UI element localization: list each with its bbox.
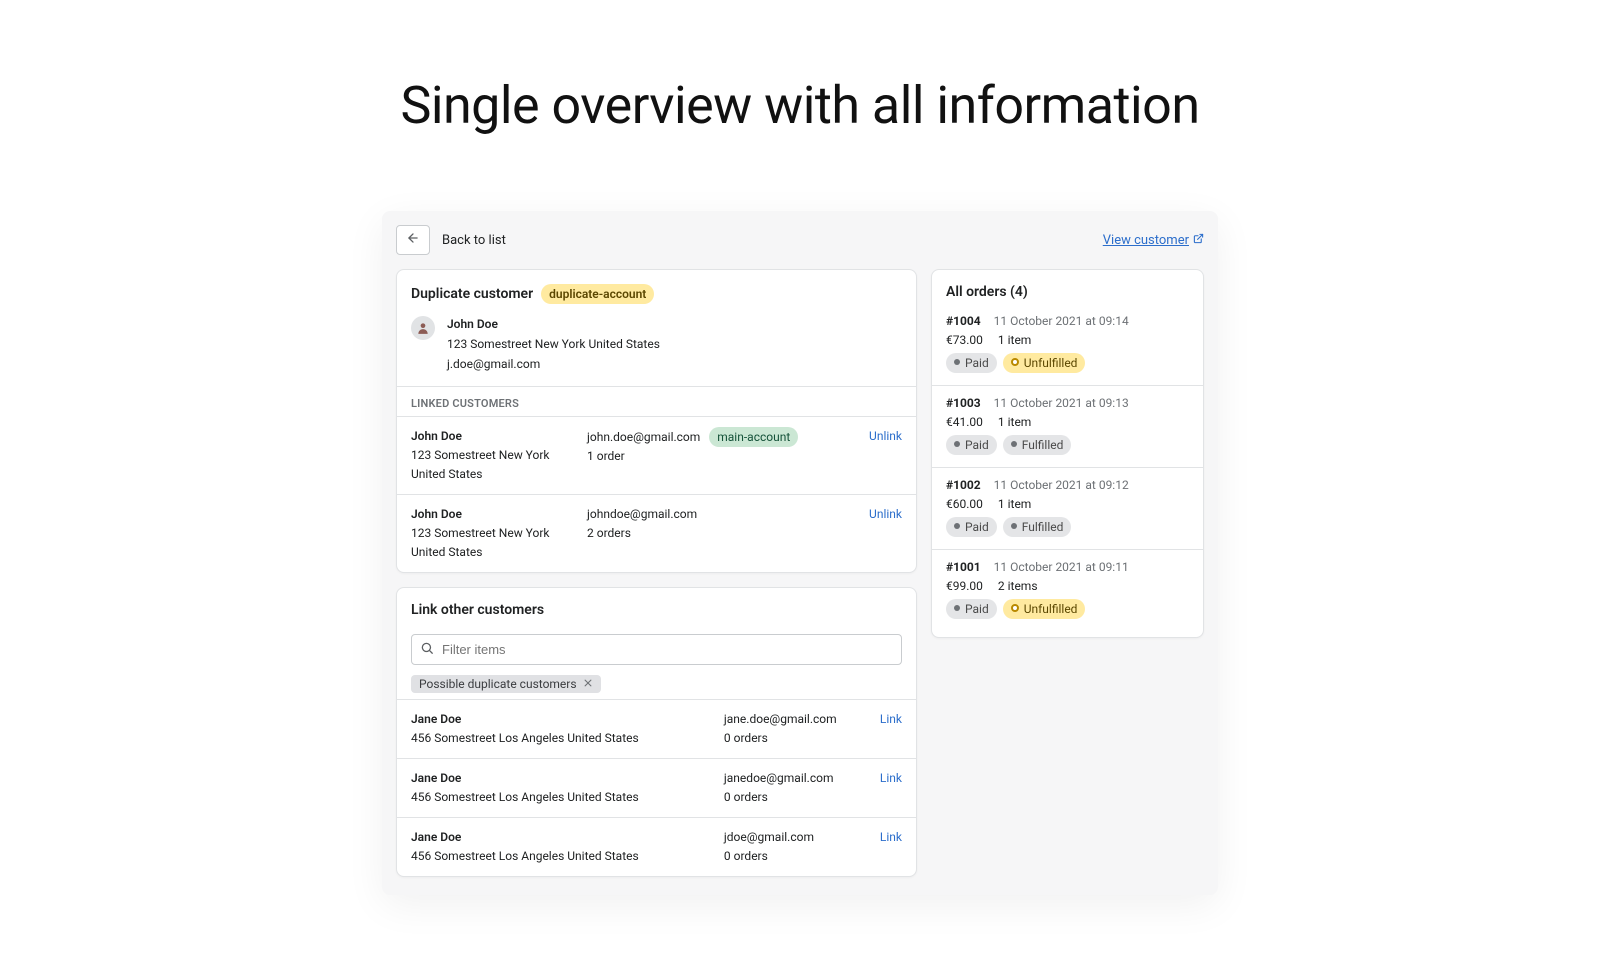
duplicate-account-badge: duplicate-account	[541, 284, 654, 304]
order-timestamp: 11 October 2021 at 09:12	[994, 478, 1129, 492]
fulfilled-badge: Fulfilled	[1003, 435, 1072, 455]
linked-address: 123 Somestreet New York United States	[411, 524, 571, 562]
candidate-email: jane.doe@gmail.com	[724, 710, 864, 729]
candidate-order-count: 0 orders	[724, 729, 864, 748]
order-timestamp: 11 October 2021 at 09:11	[994, 560, 1129, 574]
customer-email: j.doe@gmail.com	[447, 354, 660, 374]
fulfilled-badge: Fulfilled	[1003, 517, 1072, 537]
linked-email: john.doe@gmail.com	[587, 430, 700, 444]
link-button[interactable]: Link	[880, 769, 902, 788]
order-amount: €41.00	[946, 415, 983, 429]
order-amount: €60.00	[946, 497, 983, 511]
order-timestamp: 11 October 2021 at 09:14	[994, 314, 1129, 328]
search-input[interactable]	[442, 642, 893, 657]
candidate-email: jdoe@gmail.com	[724, 828, 864, 847]
paid-badge: Paid	[946, 599, 997, 619]
order-id: #1001	[946, 560, 981, 574]
linked-email: johndoe@gmail.com	[587, 507, 697, 521]
candidate-row: Jane Doe 456 Somestreet Los Angeles Unit…	[397, 758, 916, 817]
candidate-order-count: 0 orders	[724, 788, 864, 807]
duplicate-customer-title: Duplicate customer	[411, 286, 533, 302]
paid-badge: Paid	[946, 435, 997, 455]
linked-customers-header: LINKED CUSTOMERS	[397, 386, 916, 416]
candidate-address: 456 Somestreet Los Angeles United States	[411, 729, 708, 748]
unfulfilled-badge: Unfulfilled	[1003, 353, 1086, 373]
order-row[interactable]: #1001 11 October 2021 at 09:11 €99.00 2 …	[932, 549, 1203, 631]
orders-card: All orders (4) #1004 11 October 2021 at …	[931, 269, 1204, 638]
linked-customer-row: John Doe 123 Somestreet New York United …	[397, 416, 916, 494]
search-icon	[420, 640, 434, 659]
arrow-left-icon	[406, 231, 420, 249]
order-items: 1 item	[998, 415, 1031, 429]
back-button[interactable]	[396, 225, 430, 255]
order-row[interactable]: #1003 11 October 2021 at 09:13 €41.00 1 …	[932, 385, 1203, 467]
order-items: 1 item	[998, 333, 1031, 347]
filter-chip[interactable]: Possible duplicate customers	[411, 675, 601, 693]
order-row[interactable]: #1002 11 October 2021 at 09:12 €60.00 1 …	[932, 467, 1203, 549]
page-headline: Single overview with all information	[0, 75, 1600, 136]
link-others-title: Link other customers	[411, 602, 902, 618]
linked-name: John Doe	[411, 427, 571, 446]
app-frame: Back to list View customer Duplicate cus…	[382, 211, 1218, 895]
candidate-name: Jane Doe	[411, 710, 708, 729]
link-button[interactable]: Link	[880, 828, 902, 847]
paid-badge: Paid	[946, 517, 997, 537]
order-items: 2 items	[998, 579, 1038, 593]
order-id: #1002	[946, 478, 981, 492]
candidate-row: Jane Doe 456 Somestreet Los Angeles Unit…	[397, 699, 916, 758]
avatar	[411, 316, 435, 340]
candidate-email: janedoe@gmail.com	[724, 769, 864, 788]
order-id: #1004	[946, 314, 981, 328]
candidate-row: Jane Doe 456 Somestreet Los Angeles Unit…	[397, 817, 916, 876]
order-amount: €99.00	[946, 579, 983, 593]
close-icon[interactable]	[583, 677, 593, 691]
linked-customer-row: John Doe 123 Somestreet New York United …	[397, 494, 916, 572]
link-button[interactable]: Link	[880, 710, 902, 729]
candidate-name: Jane Doe	[411, 769, 708, 788]
candidate-order-count: 0 orders	[724, 847, 864, 866]
customer-address: 123 Somestreet New York United States	[447, 334, 660, 354]
order-items: 1 item	[998, 497, 1031, 511]
view-customer-link[interactable]: View customer	[1103, 233, 1204, 248]
linked-address: 123 Somestreet New York United States	[411, 446, 571, 484]
linked-order-count: 1 order	[587, 447, 853, 466]
candidate-name: Jane Doe	[411, 828, 708, 847]
unlink-button[interactable]: Unlink	[869, 505, 902, 524]
duplicate-customer-card: Duplicate customer duplicate-account Joh…	[396, 269, 917, 573]
back-label: Back to list	[442, 233, 506, 248]
candidate-address: 456 Somestreet Los Angeles United States	[411, 788, 708, 807]
linked-name: John Doe	[411, 505, 571, 524]
order-timestamp: 11 October 2021 at 09:13	[994, 396, 1129, 410]
external-link-icon	[1193, 233, 1204, 247]
candidate-address: 456 Somestreet Los Angeles United States	[411, 847, 708, 866]
linked-order-count: 2 orders	[587, 524, 853, 543]
order-amount: €73.00	[946, 333, 983, 347]
search-input-wrap[interactable]	[411, 634, 902, 665]
filter-chip-label: Possible duplicate customers	[419, 677, 577, 691]
link-others-card: Link other customers Possible duplicate …	[396, 587, 917, 877]
order-id: #1003	[946, 396, 981, 410]
unlink-button[interactable]: Unlink	[869, 427, 902, 446]
view-customer-label: View customer	[1103, 233, 1189, 248]
order-row[interactable]: #1004 11 October 2021 at 09:14 €73.00 1 …	[932, 304, 1203, 385]
toolbar: Back to list View customer	[396, 225, 1204, 255]
paid-badge: Paid	[946, 353, 997, 373]
customer-name: John Doe	[447, 314, 660, 334]
unfulfilled-badge: Unfulfilled	[1003, 599, 1086, 619]
main-account-badge: main-account	[709, 427, 798, 447]
